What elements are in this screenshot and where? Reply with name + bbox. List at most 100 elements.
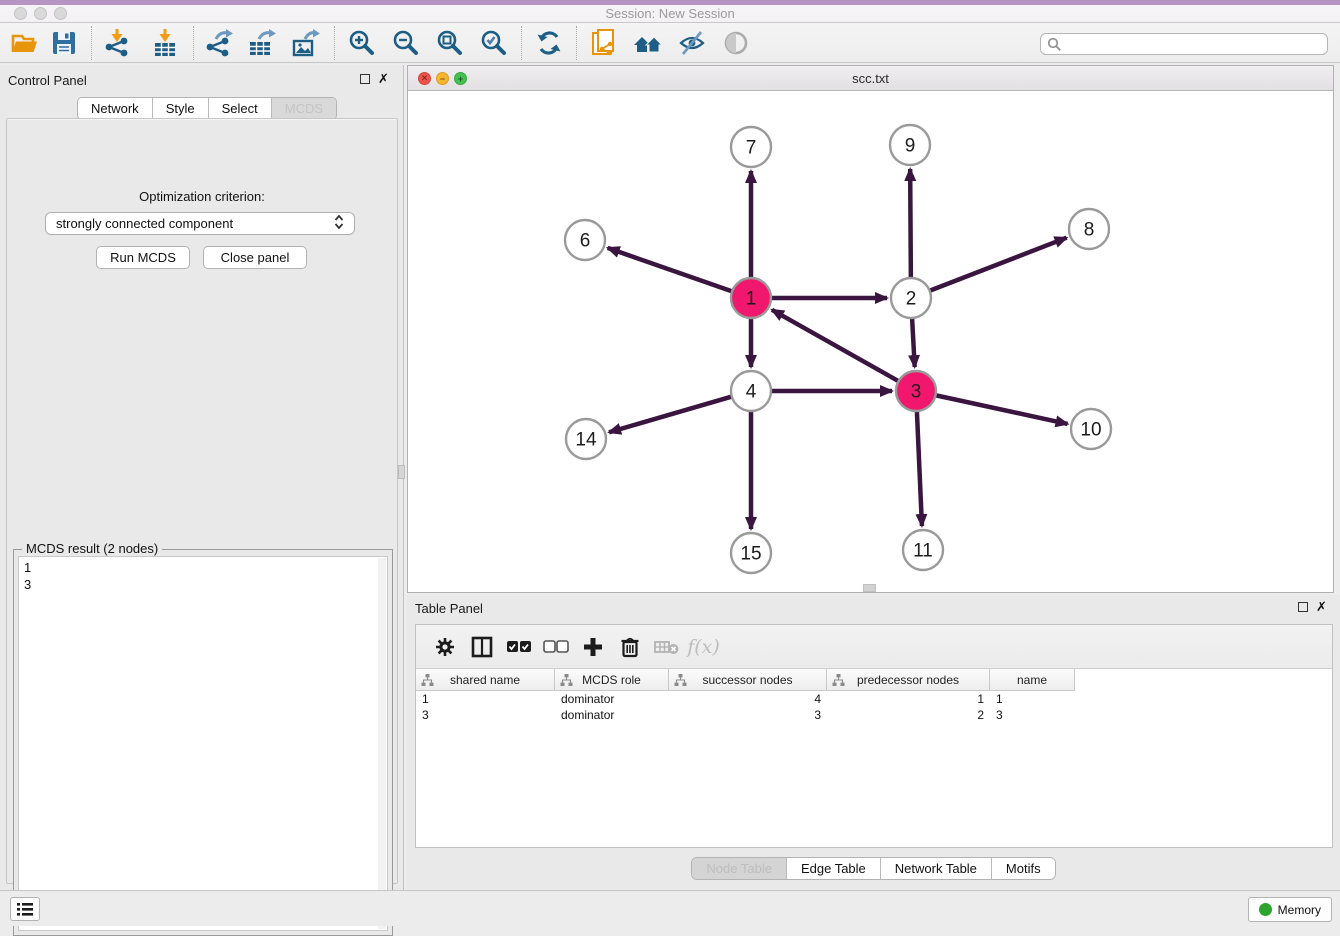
table-header-row[interactable]: shared nameMCDS rolesuccessor nodesprede… bbox=[416, 669, 1332, 691]
node-table-frame: f(x) shared nameMCDS rolesuccessor nodes… bbox=[415, 624, 1333, 848]
import-table-icon[interactable] bbox=[147, 27, 183, 59]
app-title: Session: New Session bbox=[0, 6, 1340, 21]
memory-label: Memory bbox=[1278, 903, 1321, 917]
show-columns-icon[interactable] bbox=[463, 630, 500, 664]
node-label-10: 10 bbox=[1080, 420, 1101, 441]
node-label-15: 15 bbox=[740, 544, 761, 565]
close-table-panel-icon[interactable]: ✗ bbox=[1316, 599, 1327, 615]
close-panel-button[interactable]: Close panel bbox=[203, 246, 307, 269]
node-label-6: 6 bbox=[580, 231, 591, 252]
split-pane-handle[interactable] bbox=[398, 465, 405, 479]
node-label-4: 4 bbox=[746, 382, 757, 403]
edge-2-8[interactable] bbox=[930, 238, 1067, 291]
cell-shared-name[interactable]: 1 bbox=[416, 691, 555, 707]
export-network-icon[interactable] bbox=[200, 27, 236, 59]
column-header-successor-nodes[interactable]: successor nodes bbox=[669, 669, 827, 691]
hide-panels-icon[interactable] bbox=[674, 27, 710, 59]
zoom-in-icon[interactable] bbox=[344, 27, 380, 59]
table-tabs-bar: Node TableEdge TableNetwork TableMotifs bbox=[407, 857, 1340, 880]
node-label-14: 14 bbox=[575, 430, 597, 451]
column-header-predecessor-nodes[interactable]: predecessor nodes bbox=[827, 669, 990, 691]
network-canvas[interactable]: 7968124314101511 bbox=[408, 91, 1333, 592]
tab-network-table[interactable]: Network Table bbox=[881, 858, 992, 879]
table-panel: Table Panel ✗ f(x) bbox=[407, 595, 1340, 890]
cell-successor-nodes[interactable]: 4 bbox=[669, 691, 827, 707]
refresh-layout-icon[interactable] bbox=[531, 27, 567, 59]
tab-edge-table[interactable]: Edge Table bbox=[787, 858, 881, 879]
export-image-icon[interactable] bbox=[287, 27, 323, 59]
tab-node-table[interactable]: Node Table bbox=[692, 858, 787, 879]
node-label-11: 11 bbox=[913, 541, 933, 562]
node-table[interactable]: shared nameMCDS rolesuccessor nodesprede… bbox=[416, 669, 1332, 847]
zoom-out-icon[interactable] bbox=[388, 27, 424, 59]
mcds-result-textarea[interactable]: 1 3 bbox=[18, 556, 388, 931]
control-panel-title: Control Panel bbox=[8, 73, 87, 88]
clone-network-icon[interactable] bbox=[586, 27, 622, 59]
open-file-icon[interactable] bbox=[6, 27, 42, 59]
float-table-panel-icon[interactable] bbox=[1298, 602, 1308, 612]
home-icon[interactable] bbox=[630, 27, 666, 59]
edge-3-10[interactable] bbox=[936, 395, 1068, 424]
control-panel-tabs: NetworkStyleSelectMCDS bbox=[77, 97, 337, 120]
run-mcds-button[interactable]: Run MCDS bbox=[96, 246, 190, 269]
control-panel: Control Panel ✗ NetworkStyleSelectMCDS O… bbox=[0, 65, 404, 890]
select-all-icon[interactable] bbox=[500, 630, 537, 664]
table-panel-title: Table Panel bbox=[415, 601, 483, 616]
cell-MCDS-role[interactable]: dominator bbox=[555, 707, 669, 723]
show-task-history-button[interactable] bbox=[10, 897, 40, 921]
import-network-icon[interactable] bbox=[99, 27, 135, 59]
edge-4-14[interactable] bbox=[609, 397, 732, 433]
search-box[interactable] bbox=[1040, 33, 1328, 55]
column-header-MCDS-role[interactable]: MCDS role bbox=[555, 669, 669, 691]
zoom-fit-icon[interactable] bbox=[432, 27, 468, 59]
mcds-tab-content: Optimization criterion: strongly connect… bbox=[6, 118, 398, 884]
save-session-icon[interactable] bbox=[46, 27, 82, 59]
memory-button[interactable]: Memory bbox=[1248, 897, 1332, 922]
edge-2-3[interactable] bbox=[912, 318, 915, 367]
optimization-criterion-label: Optimization criterion: bbox=[7, 189, 397, 204]
edge-3-11[interactable] bbox=[917, 411, 922, 526]
cell-successor-nodes[interactable]: 3 bbox=[669, 707, 827, 723]
table-row[interactable]: 1dominator411 bbox=[416, 691, 1332, 707]
mcds-result-scrollbar[interactable] bbox=[378, 558, 386, 929]
main-toolbar bbox=[0, 23, 1340, 63]
mcds-result-group: MCDS result (2 nodes) 1 3 bbox=[13, 549, 393, 936]
tab-motifs[interactable]: Motifs bbox=[992, 858, 1055, 879]
tab-network[interactable]: Network bbox=[78, 98, 153, 119]
table-toolbar: f(x) bbox=[416, 625, 1332, 669]
node-label-8: 8 bbox=[1084, 220, 1095, 241]
tab-mcds[interactable]: MCDS bbox=[272, 98, 336, 119]
column-header-name[interactable]: name bbox=[990, 669, 1075, 691]
cell-name[interactable]: 1 bbox=[990, 691, 1075, 707]
app-titlebar: Session: New Session bbox=[0, 0, 1340, 23]
settings-gear-icon[interactable] bbox=[426, 630, 463, 664]
titlebar-accent-strip bbox=[0, 0, 1340, 5]
tab-select[interactable]: Select bbox=[209, 98, 272, 119]
search-input[interactable] bbox=[1062, 37, 1327, 51]
cell-predecessor-nodes[interactable]: 2 bbox=[827, 707, 990, 723]
network-resize-handle[interactable] bbox=[863, 584, 876, 592]
cell-predecessor-nodes[interactable]: 1 bbox=[827, 691, 990, 707]
cell-name[interactable]: 3 bbox=[990, 707, 1075, 723]
edge-2-9[interactable] bbox=[910, 169, 911, 278]
close-panel-icon[interactable]: ✗ bbox=[378, 71, 389, 87]
float-panel-icon[interactable] bbox=[360, 74, 370, 84]
delete-row-icon[interactable] bbox=[611, 630, 648, 664]
search-icon bbox=[1047, 37, 1062, 52]
add-row-icon[interactable] bbox=[574, 630, 611, 664]
zoom-selected-icon[interactable] bbox=[476, 27, 512, 59]
cell-MCDS-role[interactable]: dominator bbox=[555, 691, 669, 707]
delete-column-icon bbox=[648, 630, 685, 664]
unselect-all-icon[interactable] bbox=[537, 630, 574, 664]
optimization-criterion-select[interactable]: strongly connected component bbox=[45, 212, 355, 235]
table-row[interactable]: 3dominator323 bbox=[416, 707, 1332, 723]
edge-3-1[interactable] bbox=[772, 310, 899, 381]
edge-1-6[interactable] bbox=[608, 248, 732, 291]
cell-shared-name[interactable]: 3 bbox=[416, 707, 555, 723]
optimization-criterion-value: strongly connected component bbox=[56, 216, 233, 231]
table-rows[interactable]: 1dominator4113dominator323 bbox=[416, 691, 1332, 723]
column-header-shared-name[interactable]: shared name bbox=[416, 669, 555, 691]
tab-style[interactable]: Style bbox=[153, 98, 209, 119]
graph-edges[interactable] bbox=[608, 169, 1068, 529]
export-table-icon[interactable] bbox=[243, 27, 279, 59]
